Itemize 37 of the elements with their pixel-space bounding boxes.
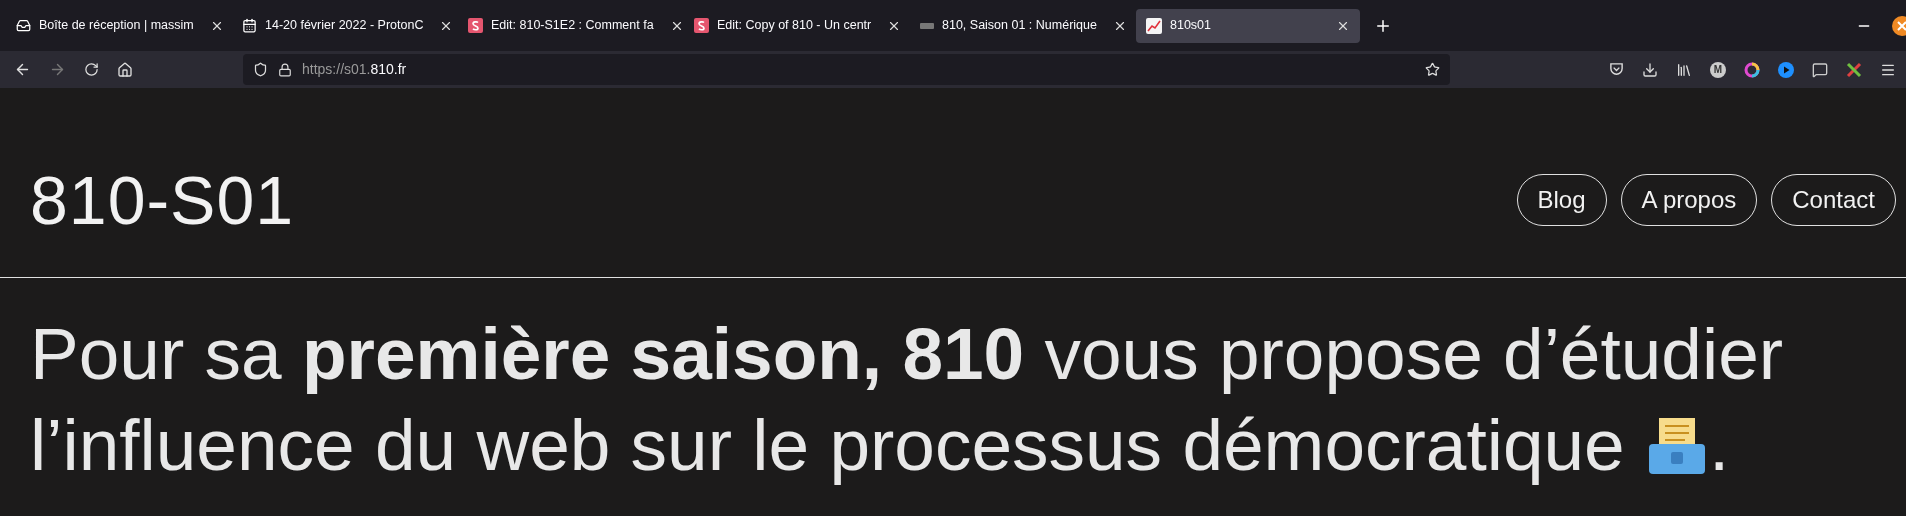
reload-icon[interactable] bbox=[84, 62, 99, 77]
tab-title: Boîte de réception | massim bbox=[39, 17, 194, 35]
library-icon[interactable] bbox=[1676, 61, 1692, 78]
site-title: 810-S01 bbox=[30, 160, 295, 240]
square-logo-icon bbox=[694, 18, 709, 33]
tab-title: 14-20 février 2022 - ProtonC bbox=[265, 17, 424, 35]
play-icon[interactable] bbox=[1778, 61, 1794, 78]
inbox-icon bbox=[16, 18, 31, 33]
browser-tab[interactable]: Edit: Copy of 810 - Un centr bbox=[684, 8, 908, 43]
browser-tab[interactable]: 810, Saison 01 : Numérique bbox=[910, 8, 1134, 43]
extension-badge[interactable]: M bbox=[1710, 61, 1726, 78]
browser-tab[interactable]: Edit: 810-S1E2 : Comment fa bbox=[458, 8, 682, 43]
bookmark-star-icon[interactable] bbox=[1425, 62, 1440, 77]
pocket-icon[interactable] bbox=[1609, 62, 1624, 77]
shield-icon[interactable] bbox=[253, 62, 268, 77]
tab-title: 810s01 bbox=[1170, 17, 1211, 35]
browser-tab[interactable]: 14-20 février 2022 - ProtonC bbox=[232, 8, 456, 43]
calendar-icon bbox=[242, 18, 257, 33]
browser-tab[interactable]: Boîte de réception | massim bbox=[6, 8, 230, 43]
url-text: https://s01.810.fr bbox=[302, 60, 408, 79]
back-icon[interactable] bbox=[14, 61, 31, 78]
forward-icon[interactable] bbox=[49, 61, 66, 78]
home-icon[interactable] bbox=[117, 61, 133, 78]
speech-bubble-icon[interactable] bbox=[1812, 61, 1828, 78]
browser-tab[interactable]: 810s01 bbox=[1136, 8, 1360, 43]
chart-icon bbox=[1146, 17, 1162, 34]
address-field[interactable]: https://s01.810.fr bbox=[243, 54, 1450, 85]
close-window-icon[interactable] bbox=[1892, 15, 1906, 36]
intro-paragraph: Pour sa première saison, 810 vous propose d’étudier l’influence du web sur le processus démocratique . bbox=[29, 312, 1785, 487]
tab-title: 810, Saison 01 : Numérique bbox=[942, 17, 1097, 35]
square-logo-icon bbox=[468, 18, 483, 33]
tab-title: Edit: Copy of 810 - Un centr bbox=[717, 17, 872, 35]
ring-icon[interactable] bbox=[1744, 61, 1760, 78]
tab-title: Edit: 810-S1E2 : Comment fa bbox=[491, 17, 654, 35]
lock-icon[interactable] bbox=[278, 62, 292, 77]
download-icon[interactable] bbox=[1642, 61, 1658, 78]
small-logo-icon bbox=[920, 22, 934, 29]
